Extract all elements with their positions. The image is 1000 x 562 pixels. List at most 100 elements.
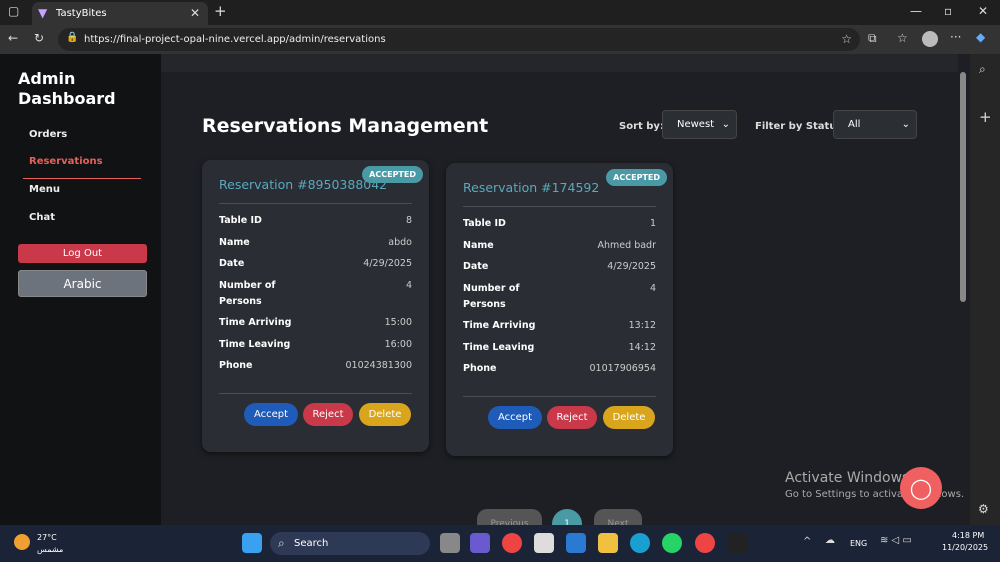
new-tab-icon[interactable]: + — [214, 2, 227, 20]
taskbar-search[interactable]: ⌕ Search — [270, 532, 430, 555]
profile-avatar[interactable] — [922, 31, 938, 47]
favorites-icon[interactable]: ☆ — [897, 31, 908, 45]
store-icon[interactable] — [534, 533, 554, 553]
search-icon[interactable]: ⌕ — [979, 62, 986, 77]
whatsapp-icon[interactable] — [662, 533, 682, 553]
activation-watermark-title: Activate Windows — [785, 470, 910, 486]
field-value: 01024381300 — [345, 360, 413, 371]
field-date: Date 4/29/2025 — [463, 259, 656, 275]
back-icon[interactable]: ← — [8, 31, 18, 45]
tab-title: TastyBites — [56, 8, 107, 19]
filter-value: All — [848, 119, 861, 130]
maximize-icon[interactable]: ▫ — [944, 4, 952, 18]
reject-button[interactable]: Reject — [303, 403, 353, 426]
field-value: 4 — [649, 283, 656, 294]
field-value: abdo — [388, 237, 412, 248]
field-value: 1 — [649, 218, 656, 229]
field-value: 4/29/2025 — [363, 258, 412, 269]
field-label: Number of Persons — [463, 283, 520, 310]
logout-button[interactable]: Log Out — [18, 244, 147, 263]
divider — [463, 206, 656, 207]
app-icon[interactable] — [728, 533, 748, 553]
scrollbar-thumb[interactable] — [960, 72, 966, 302]
field-leaving: Time Leaving 14:12 — [463, 340, 656, 356]
accept-button[interactable]: Accept — [488, 406, 542, 429]
language-button[interactable]: Arabic — [18, 270, 147, 297]
close-window-icon[interactable]: ✕ — [978, 4, 988, 18]
delete-button[interactable]: Delete — [359, 403, 411, 426]
settings-icon[interactable]: ⚙ — [978, 502, 989, 516]
sidebar-item-reservations[interactable]: Reservations — [29, 156, 103, 167]
sort-select[interactable]: Newest ⌄ — [662, 110, 737, 139]
delete-button[interactable]: Delete — [603, 406, 655, 429]
field-label: Time Arriving — [463, 320, 536, 331]
status-filter-select[interactable]: All ⌄ — [833, 110, 917, 139]
language-indicator[interactable]: ENG — [850, 539, 867, 548]
outlook-icon[interactable] — [566, 533, 586, 553]
field-label: Name — [463, 240, 494, 251]
field-value: 16:00 — [384, 339, 412, 350]
browser-tab[interactable]: ▼ TastyBites ✕ — [32, 2, 208, 25]
sidebar-toggle-icon[interactable]: ▢ — [8, 4, 19, 18]
chrome-icon-2[interactable] — [695, 533, 715, 553]
address-row: ← ↻ 🔒 https://final-project-opal-nine.ve… — [0, 25, 1000, 54]
weather-desc: مشمس — [37, 545, 64, 554]
copilot-app-icon[interactable] — [470, 533, 490, 553]
sort-label: Sort by: — [619, 121, 664, 132]
tray-chevron-icon[interactable]: ^ — [803, 536, 811, 547]
field-table: Table ID 8 — [219, 213, 412, 229]
sidebar-item-orders[interactable]: Orders — [29, 129, 67, 140]
field-label: Table ID — [463, 218, 506, 229]
extensions-icon[interactable]: ⧉ — [868, 31, 877, 46]
previous-button[interactable]: Previous — [477, 509, 542, 525]
chevron-down-icon: ⌄ — [901, 119, 910, 130]
chrome-icon[interactable] — [502, 533, 522, 553]
field-label: Time Arriving — [219, 317, 292, 328]
field-label: Time Leaving — [219, 339, 291, 350]
favorite-icon[interactable]: ☆ — [841, 32, 852, 46]
vite-logo-icon: ▼ — [38, 6, 48, 20]
wifi-volume-battery-icon[interactable]: ≋ ◁ ▭ — [880, 535, 912, 546]
field-value: Ahmed badr — [597, 240, 656, 251]
refresh-icon[interactable]: ↻ — [34, 31, 44, 45]
reservation-title: Reservation #8950388042 — [219, 177, 388, 192]
field-value: 8 — [405, 215, 412, 226]
reject-button[interactable]: Reject — [547, 406, 597, 429]
accept-button[interactable]: Accept — [244, 403, 298, 426]
sidebar: Admin Dashboard Orders Reservations Menu… — [0, 54, 161, 525]
add-icon[interactable]: + — [979, 108, 992, 126]
more-icon[interactable]: ··· — [950, 30, 961, 44]
task-view-icon[interactable] — [440, 533, 460, 553]
divider — [219, 203, 412, 204]
field-arriving: Time Arriving 13:12 — [463, 318, 656, 334]
tab-bar: ▢ ▼ TastyBites ✕ + — ▫ ✕ — [0, 0, 1000, 25]
copilot-icon[interactable]: ◆ — [976, 30, 985, 44]
field-value: 4 — [405, 280, 412, 291]
chat-icon: ◯ — [909, 476, 933, 500]
reservation-card: Reservation #174592 ACCEPTED Table ID 1 Na… — [446, 163, 673, 456]
address-bar[interactable]: 🔒 https://final-project-opal-nine.vercel… — [58, 28, 860, 51]
active-underline — [23, 178, 141, 179]
edge-sidebar: ⌕ + ⚙ — [970, 54, 1000, 525]
edge-icon[interactable] — [630, 533, 650, 553]
search-icon: ⌕ — [278, 536, 285, 550]
sidebar-item-menu[interactable]: Menu — [29, 184, 60, 195]
field-phone: Phone 01024381300 — [219, 358, 412, 374]
page-title: Reservations Management — [202, 115, 489, 137]
chat-bubble-button[interactable]: ◯ — [900, 467, 942, 509]
minimize-icon[interactable]: — — [910, 4, 922, 18]
sidebar-item-chat[interactable]: Chat — [29, 212, 55, 223]
sort-value: Newest — [677, 119, 715, 130]
page-1-button[interactable]: 1 — [552, 509, 582, 525]
next-button[interactable]: Next — [594, 509, 642, 525]
clock-time[interactable]: 4:18 PM — [952, 531, 984, 540]
status-badge: ACCEPTED — [362, 166, 423, 183]
start-icon[interactable] — [242, 533, 262, 553]
scrollbar[interactable] — [958, 60, 968, 520]
file-explorer-icon[interactable] — [598, 533, 618, 553]
reservation-title: Reservation #174592 — [463, 180, 600, 195]
cloud-icon[interactable]: ☁ — [825, 535, 835, 546]
field-label: Name — [219, 237, 250, 248]
clock-date[interactable]: 11/20/2025 — [942, 543, 988, 552]
close-tab-icon[interactable]: ✕ — [190, 6, 200, 20]
